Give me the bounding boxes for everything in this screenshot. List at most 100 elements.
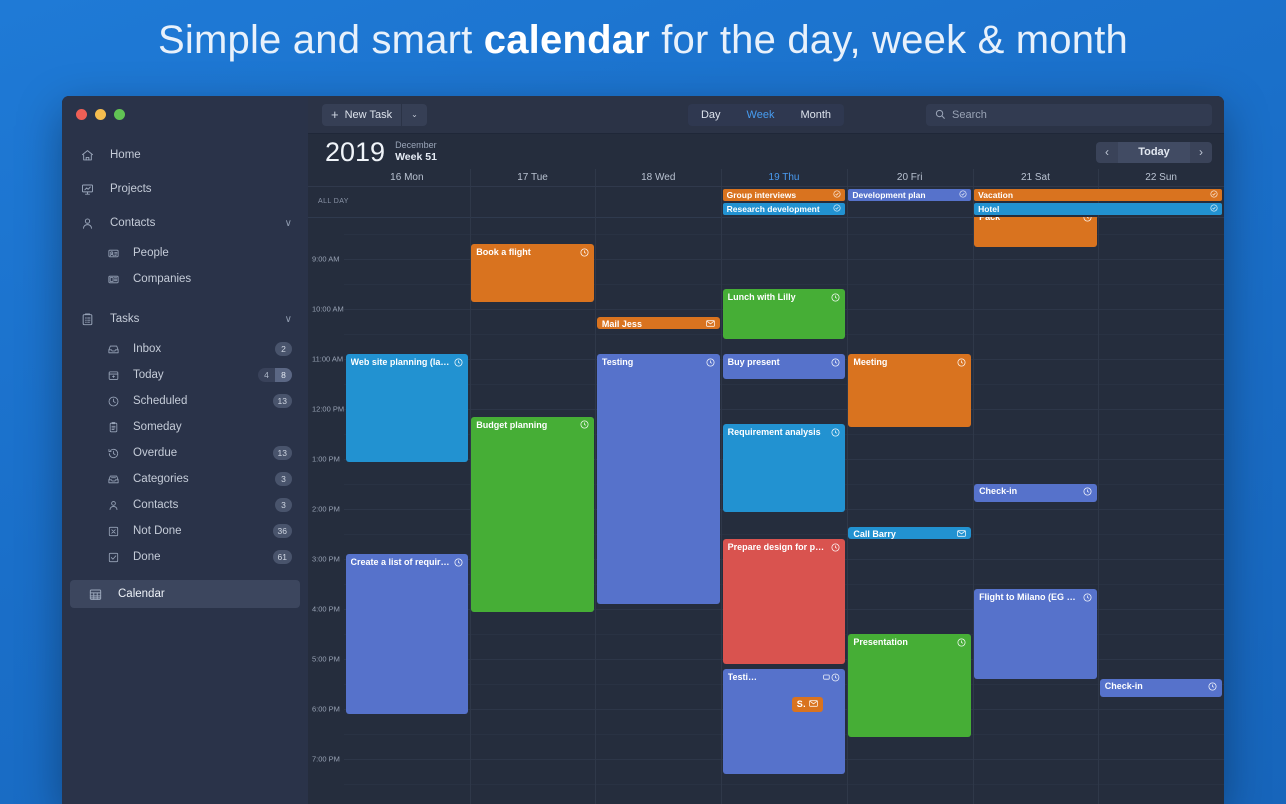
calendar-event[interactable]: Presentation <box>848 634 972 737</box>
event-title: Testing <box>601 357 634 367</box>
sidebar-item-contacts[interactable]: Contacts ∨ <box>62 206 308 240</box>
event-title: Call Barry <box>853 528 896 539</box>
check-circle-icon <box>959 190 967 200</box>
today-button[interactable]: Today <box>1118 141 1190 163</box>
day-header[interactable]: 20 Fri <box>847 169 973 186</box>
sidebar-item-overdue[interactable]: Overdue 13 <box>62 440 308 466</box>
calendar-event[interactable]: Buy present <box>722 354 846 379</box>
calendar-event[interactable]: Check-in <box>1099 679 1223 697</box>
badge-count-due: 4 <box>258 368 275 382</box>
sidebar-item-companies[interactable]: Companies <box>62 266 308 292</box>
all-day-event[interactable]: Group interviews <box>722 189 846 201</box>
clock-back-icon <box>106 446 121 461</box>
sidebar-item-not-done[interactable]: Not Done 36 <box>62 518 308 544</box>
event-title: Budget planning <box>476 419 548 430</box>
all-day-event[interactable]: Vacation <box>974 189 1223 201</box>
chevron-down-icon[interactable]: ∨ <box>285 218 292 229</box>
zoom-button[interactable] <box>114 109 125 120</box>
sidebar-item-people[interactable]: People <box>62 240 308 266</box>
day-header[interactable]: 17 Tue <box>470 169 596 186</box>
calendar-event[interactable]: Skype… <box>791 696 824 712</box>
sidebar-item-home[interactable]: Home <box>62 138 308 172</box>
day-header[interactable]: 21 Sat <box>973 169 1099 186</box>
projects-icon <box>79 181 96 198</box>
event-title: Development plan <box>852 190 926 200</box>
search-placeholder: Search <box>952 108 987 121</box>
time-label: 7:00 PM <box>312 754 340 764</box>
time-label: 5:00 PM <box>312 654 340 664</box>
search-input[interactable]: Search <box>926 103 1212 126</box>
chevron-down-icon: ⌄ <box>411 110 418 119</box>
chevron-down-icon[interactable]: ∨ <box>285 314 292 325</box>
event-header: Book a flight <box>476 247 589 257</box>
clock-icon <box>1083 593 1092 602</box>
calendar-event[interactable]: Budget planning <box>471 416 594 612</box>
check-circle-icon <box>833 190 841 200</box>
calendar-event[interactable]: Requirement analysis <box>722 424 846 512</box>
sidebar-item-inbox[interactable]: Inbox 2 <box>62 336 308 362</box>
all-day-event[interactable]: Hotel <box>974 203 1223 215</box>
event-title: Group interviews <box>726 190 797 200</box>
sidebar-item-label: Contacts <box>133 499 179 511</box>
calendar-event[interactable]: Mail Jess <box>596 316 720 329</box>
minimize-button[interactable] <box>95 109 106 120</box>
column-divider <box>846 169 848 186</box>
new-task-dropdown-button[interactable]: ⌄ <box>401 103 427 126</box>
sidebar-item-tasks[interactable]: Tasks ∨ <box>62 302 308 336</box>
calendar-event[interactable]: Lunch with Lilly <box>722 289 846 339</box>
day-header[interactable]: 16 Mon <box>344 169 470 186</box>
calendar-event[interactable]: Testi… <box>722 669 846 774</box>
calendar-event[interactable]: Check-in <box>974 484 1097 502</box>
sidebar-item-contacts[interactable]: Contacts 3 <box>62 492 308 518</box>
tab-week[interactable]: Week <box>734 104 788 126</box>
calendar-event[interactable]: Testing <box>596 354 720 604</box>
view-switcher: Day Week Month <box>687 103 845 126</box>
sidebar-item-someday[interactable]: Someday <box>62 414 308 440</box>
check-circle-icon <box>833 204 841 214</box>
event-header: Lunch with Lilly <box>728 292 841 302</box>
calendar-event[interactable]: Call Barry <box>848 526 972 539</box>
headline-emphasis: calendar <box>483 18 650 62</box>
sidebar-item-scheduled[interactable]: Scheduled 13 <box>62 388 308 414</box>
sidebar-item-categories[interactable]: Categories 3 <box>62 466 308 492</box>
companies-icon <box>106 272 121 287</box>
event-header: Prepare design for pr… <box>728 542 841 552</box>
time-label: 1:00 PM <box>312 454 340 464</box>
calendar-event[interactable]: Book a flight <box>471 244 594 302</box>
clock-icon <box>454 558 463 567</box>
time-label: 2:00 PM <box>312 504 340 514</box>
event-header: Meeting <box>853 357 966 367</box>
clock-icon <box>706 358 715 367</box>
event-header: Check-in <box>979 486 1092 496</box>
new-task-button[interactable]: + New Task <box>322 103 402 126</box>
calendar-event[interactable]: Flight to Milano (EG 224) <box>974 589 1097 679</box>
tab-day[interactable]: Day <box>688 104 734 126</box>
all-day-event[interactable]: Research development <box>722 203 846 215</box>
all-day-row: ALL DAY Group interviews Development plan… <box>308 187 1224 218</box>
sidebar-item-label: Inbox <box>133 343 162 355</box>
tab-month[interactable]: Month <box>787 104 844 126</box>
day-header[interactable]: 19 Thu <box>721 169 847 186</box>
calendar-event[interactable]: Meeting <box>848 354 972 427</box>
prev-button[interactable]: ‹ <box>1096 142 1118 163</box>
sidebar-item-today[interactable]: Today 4 8 <box>62 362 308 388</box>
calendar-event[interactable]: Pack <box>974 217 1097 247</box>
sidebar-item-done[interactable]: Done 61 <box>62 544 308 570</box>
sidebar-item-calendar[interactable]: Calendar <box>70 580 300 608</box>
categories-icon <box>106 472 121 487</box>
close-button[interactable] <box>76 109 87 120</box>
next-button[interactable]: › <box>1190 142 1212 163</box>
calendar-event[interactable]: Prepare design for pr… <box>722 539 846 664</box>
day-header[interactable]: 22 Sun <box>1098 169 1224 186</box>
clock-icon <box>831 428 840 437</box>
calendar-event[interactable]: Create a list of requir… <box>345 554 469 714</box>
calendar-event[interactable]: Web site planning (la… <box>345 354 469 462</box>
sidebar-nav: Home Projects Contacts ∨ People Companies Task… <box>62 138 308 608</box>
all-day-event[interactable]: Development plan <box>848 189 972 201</box>
event-title: Lunch with Lilly <box>727 292 796 302</box>
sidebar-item-projects[interactable]: Projects <box>62 172 308 206</box>
check-circle-icon <box>1210 204 1219 214</box>
clock-icon <box>831 358 840 367</box>
day-header[interactable]: 18 Wed <box>595 169 721 186</box>
